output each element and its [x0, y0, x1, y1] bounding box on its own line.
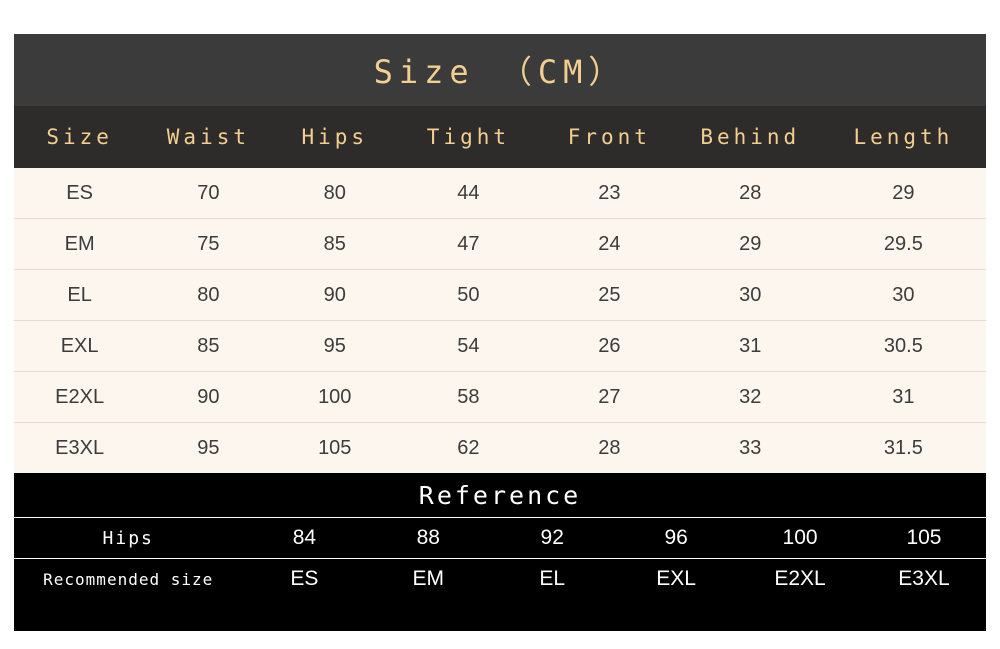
table-row: ES 70 80 44 23 28 29 [14, 168, 986, 219]
column-header-tight: Tight [426, 125, 511, 149]
cell-hips: 90 [323, 283, 346, 306]
column-header-length: Length [853, 125, 954, 149]
reference-recommended-value: E3XL [898, 567, 950, 590]
cell-front: 23 [598, 181, 621, 204]
cell-length: 31 [892, 385, 915, 408]
reference-title: Reference [418, 480, 582, 510]
cell-hips: 100 [318, 385, 352, 408]
cell-tight: 44 [457, 181, 480, 204]
cell-front: 26 [598, 334, 621, 357]
reference-hips-value: 100 [782, 526, 818, 549]
cell-length: 29.5 [883, 232, 923, 255]
table-row: EL 80 90 50 25 30 30 [14, 270, 986, 321]
cell-waist: 85 [197, 334, 220, 357]
reference-recommended-label: Recommended size [43, 569, 214, 589]
reference-hips-value: 84 [292, 526, 317, 549]
chart-title-band: Size （CM） [14, 34, 986, 106]
size-chart: Size （CM） Size Waist Hips Tight Front Be… [14, 34, 986, 631]
cell-waist: 90 [197, 385, 220, 408]
cell-front: 28 [598, 436, 621, 459]
reference-hips-value: 105 [906, 526, 942, 549]
table-row: E2XL 90 100 58 27 32 31 [14, 372, 986, 423]
cell-waist: 70 [197, 181, 220, 204]
reference-hips-value: 92 [540, 526, 564, 549]
cell-length: 30.5 [883, 334, 923, 357]
cell-size: E3XL [55, 436, 105, 459]
chart-title: Size （CM） [373, 53, 627, 91]
reference-recommended-value: EL [539, 567, 566, 590]
reference-section: Reference Hips 84 88 92 96 100 105 Recom… [14, 473, 986, 631]
reference-hips-value: 96 [664, 526, 688, 549]
column-header-size: Size [46, 125, 113, 149]
reference-recommended-value: EM [412, 567, 445, 590]
reference-recommended-value: EXL [656, 567, 696, 590]
cell-waist: 95 [197, 436, 220, 459]
reference-recommended-value: E2XL [774, 567, 826, 590]
table-row: EM 75 85 47 24 29 29.5 [14, 219, 986, 270]
cell-hips: 105 [318, 436, 352, 459]
cell-length: 29 [892, 181, 915, 204]
cell-front: 25 [598, 283, 621, 306]
cell-behind: 30 [739, 283, 762, 306]
size-chart-page: Size （CM） Size Waist Hips Tight Front Be… [0, 0, 1000, 649]
reference-recommended-row: Recommended size ES EM EL EXL E2XL E3XL [14, 558, 986, 599]
cell-size: ES [66, 181, 93, 204]
reference-hips-value: 88 [416, 526, 440, 549]
cell-tight: 62 [457, 436, 480, 459]
reference-hips-label: Hips [102, 527, 154, 549]
cell-behind: 32 [739, 385, 762, 408]
cell-hips: 85 [323, 232, 346, 255]
reference-recommended-value: ES [290, 567, 319, 590]
cell-length: 31.5 [883, 436, 923, 459]
cell-tight: 58 [457, 385, 480, 408]
cell-hips: 80 [323, 181, 346, 204]
table-row: EXL 85 95 54 26 31 30.5 [14, 321, 986, 372]
cell-size: EL [67, 283, 92, 306]
column-header-hips: Hips [301, 125, 369, 149]
cell-size: EM [64, 232, 95, 255]
cell-hips: 95 [323, 334, 346, 357]
cell-tight: 50 [457, 283, 480, 306]
cell-front: 27 [598, 385, 621, 408]
cell-tight: 47 [457, 232, 480, 255]
cell-front: 24 [598, 232, 621, 255]
cell-behind: 31 [739, 334, 762, 357]
cell-tight: 54 [457, 334, 480, 357]
column-header-behind: Behind [700, 125, 801, 149]
cell-behind: 28 [739, 181, 762, 204]
table-body: ES 70 80 44 23 28 29 EM 75 85 47 24 29 2… [14, 168, 986, 473]
cell-behind: 33 [739, 436, 762, 459]
cell-waist: 75 [197, 232, 220, 255]
cell-waist: 80 [197, 283, 220, 306]
cell-size: E2XL [55, 385, 105, 408]
table-row: E3XL 95 105 62 28 33 31.5 [14, 423, 986, 473]
cell-size: EXL [60, 334, 99, 357]
cell-behind: 29 [739, 232, 762, 255]
reference-hips-row: Hips 84 88 92 96 100 105 [14, 517, 986, 558]
column-header-front: Front [567, 125, 651, 149]
cell-length: 30 [892, 283, 915, 306]
table-header-row: Size Waist Hips Tight Front Behind Lengt… [14, 106, 986, 168]
column-header-waist: Waist [166, 125, 250, 149]
